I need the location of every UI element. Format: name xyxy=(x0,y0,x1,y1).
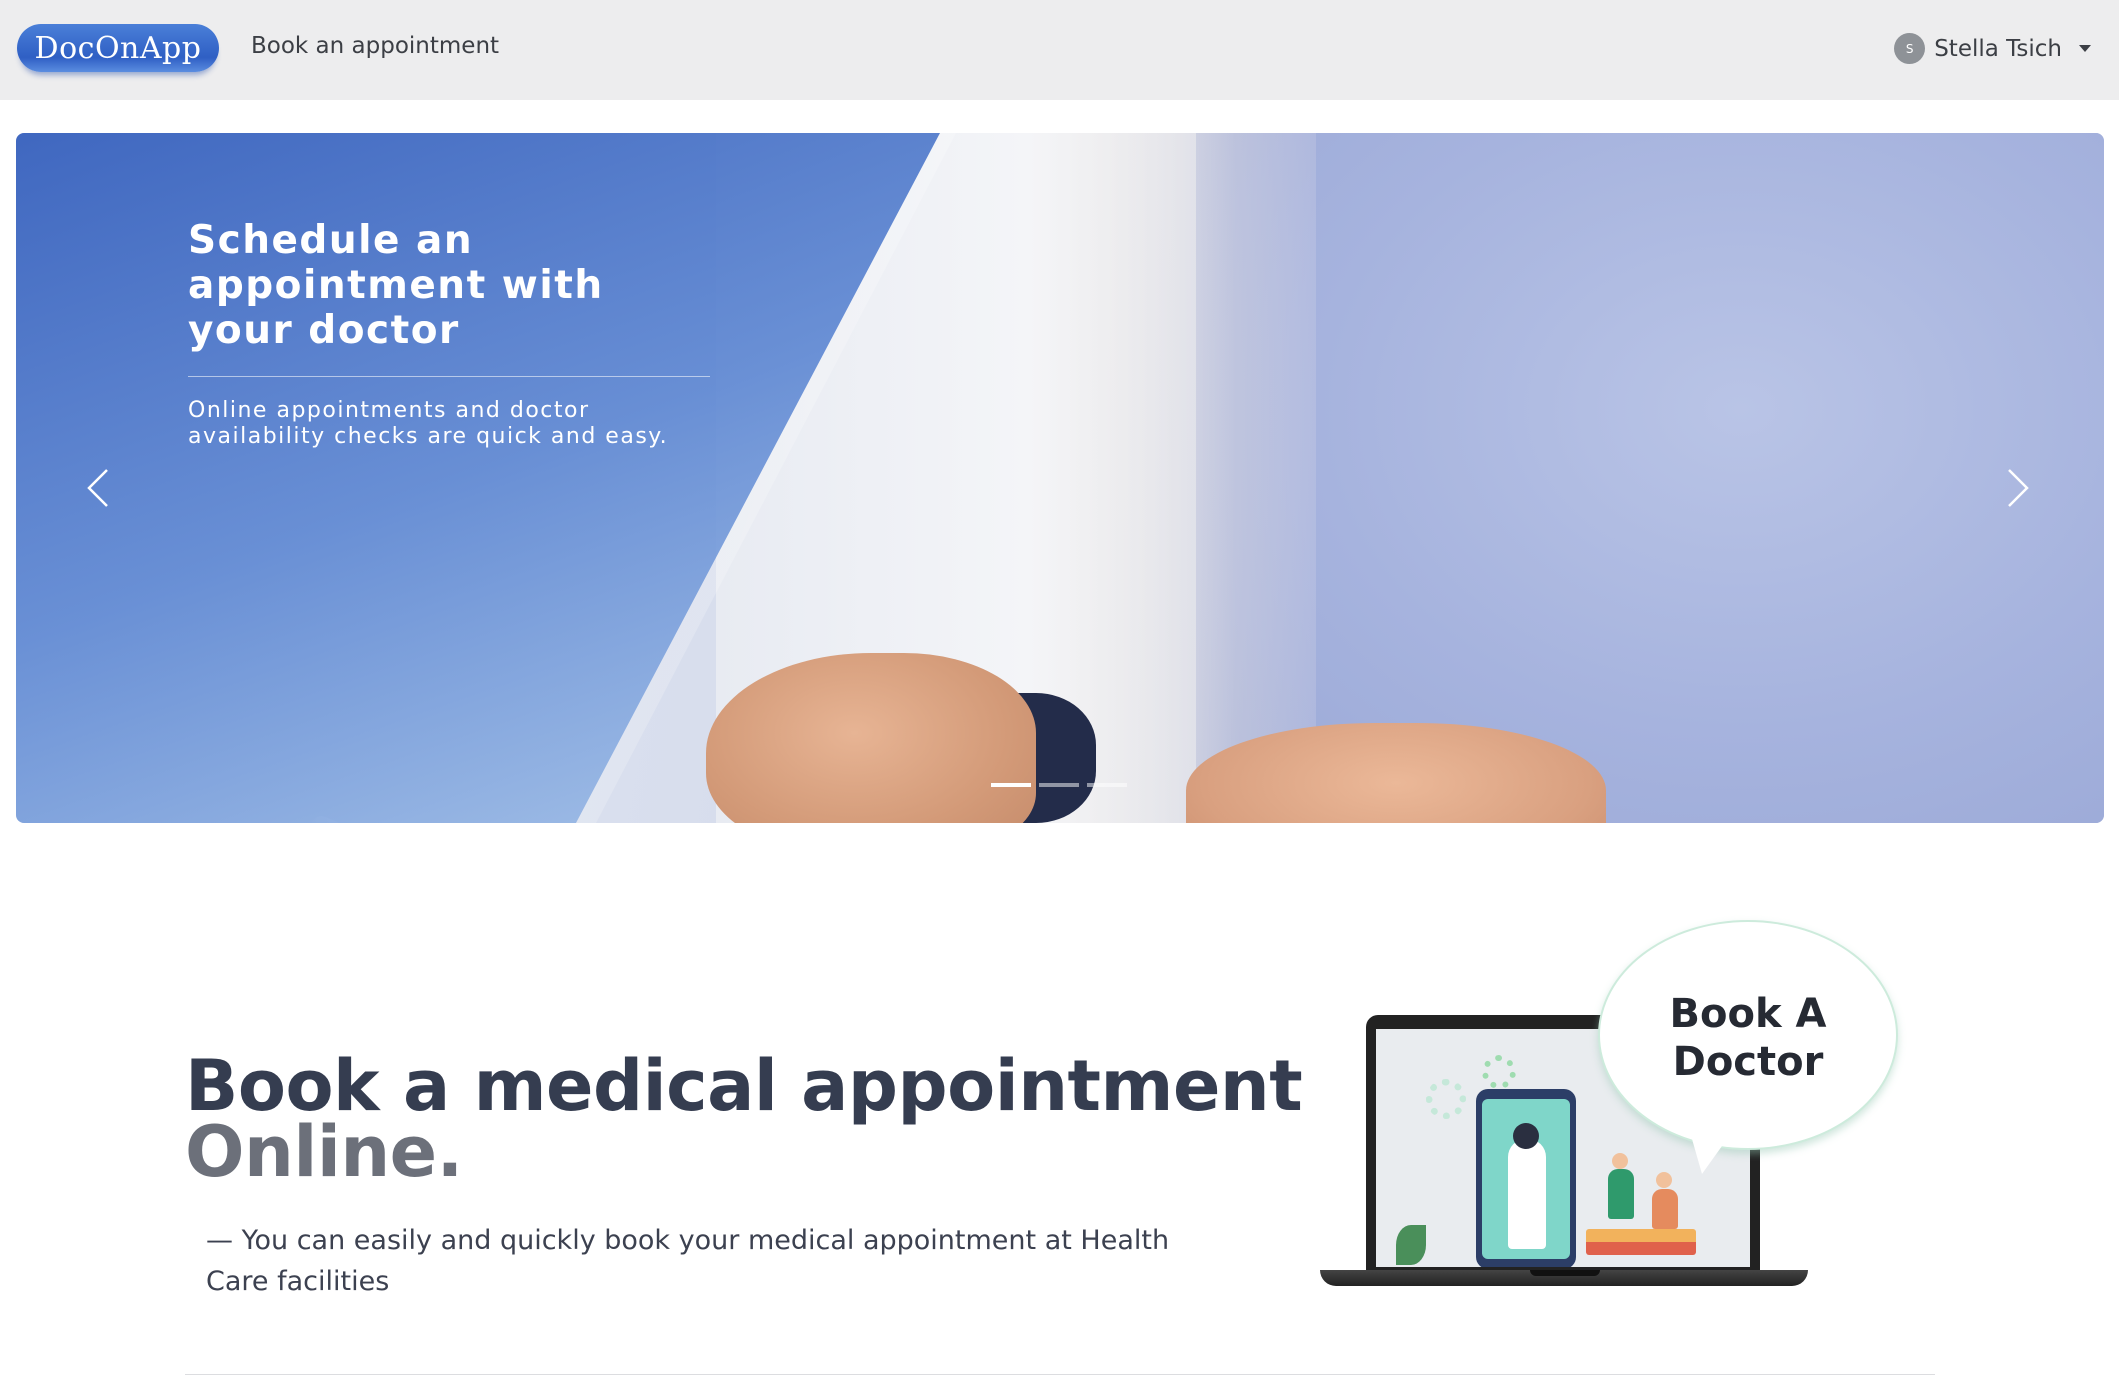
book-doctor-illustration: Book A Doctor xyxy=(1320,920,1900,1300)
navbar: DocOnApp Book an appointment S Stella Ts… xyxy=(0,0,2119,100)
chevron-right-icon xyxy=(2008,469,2029,507)
carousel-caption-text: Online appointments and doctor availabil… xyxy=(188,398,669,449)
patient-figure xyxy=(1608,1169,1634,1219)
carousel-indicator-1[interactable] xyxy=(991,783,1031,787)
speech-bubble-text: Book A Doctor xyxy=(1669,991,1827,1085)
section-divider xyxy=(185,1374,1935,1375)
doctor-figure xyxy=(1508,1139,1546,1249)
phone-screen xyxy=(1482,1099,1570,1259)
lead-text: — You can easily and quickly book your m… xyxy=(206,1225,1170,1297)
carousel-indicator-2[interactable] xyxy=(1039,783,1079,787)
page-headline: Book a medical appointment Online. xyxy=(185,1051,1303,1193)
carousel-caption-title: Schedule an appointment with your doctor xyxy=(188,218,604,353)
brand-logo[interactable]: DocOnApp xyxy=(17,24,219,72)
carousel-photo-shirt xyxy=(1196,133,2104,823)
patient-figure xyxy=(1652,1189,1678,1229)
gear-icon xyxy=(1426,1079,1466,1119)
doctor-head xyxy=(1513,1123,1539,1149)
carousel-indicator-3[interactable] xyxy=(1087,783,1127,787)
gear-icon xyxy=(1482,1055,1516,1089)
phone-icon xyxy=(1476,1089,1576,1267)
headline-muted: Online. xyxy=(185,1111,463,1193)
brand-name: DocOnApp xyxy=(34,30,202,66)
speech-bubble-tail xyxy=(1690,1132,1732,1174)
carousel-next-button[interactable] xyxy=(1998,458,2038,518)
hero-carousel: Schedule an appointment with your doctor… xyxy=(16,133,2104,823)
carousel-prev-button[interactable] xyxy=(78,458,118,518)
carousel-indicators xyxy=(991,783,1127,787)
patient-head xyxy=(1612,1153,1628,1169)
patient-head xyxy=(1656,1172,1672,1188)
nav-link-book-appointment[interactable]: Book an appointment xyxy=(251,33,499,59)
user-name: Stella Tsich xyxy=(1934,35,2062,62)
laptop-notch xyxy=(1530,1270,1600,1276)
avatar: S xyxy=(1894,33,1926,64)
user-menu-toggle[interactable]: S Stella Tsich xyxy=(1894,33,2091,64)
chevron-left-icon xyxy=(87,469,108,507)
carousel-caption-divider xyxy=(188,376,710,377)
books-icon xyxy=(1586,1229,1696,1255)
plant-icon xyxy=(1396,1225,1426,1265)
caret-down-icon xyxy=(2079,45,2091,52)
